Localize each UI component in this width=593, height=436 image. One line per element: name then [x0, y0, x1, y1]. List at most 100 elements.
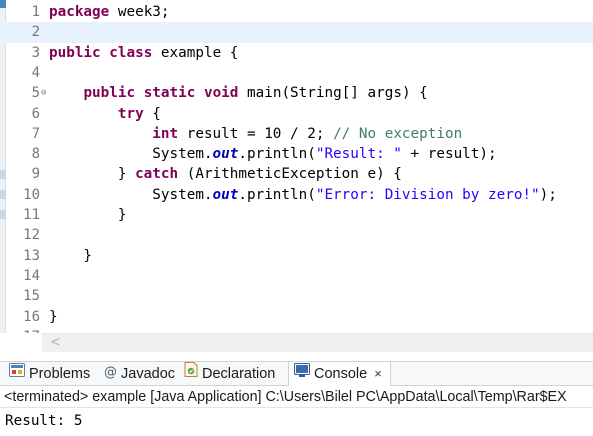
code-token: }	[49, 166, 136, 183]
string-token: "Result: "	[315, 146, 402, 163]
code-line[interactable]: 1 package week3;	[0, 2, 593, 22]
code-token: .println(	[238, 146, 316, 163]
code-line[interactable]: 5 ⊖ public static void main(String[] args…	[0, 83, 593, 103]
comment-token: // No exception	[333, 125, 463, 142]
keyword-token: package	[49, 4, 110, 20]
line-number: 9	[31, 166, 40, 183]
code-text: }	[49, 307, 58, 327]
keyword-token: static	[143, 85, 196, 102]
line-number: 2	[31, 24, 40, 41]
code-text: System.out.println("Error: Division by z…	[49, 185, 557, 205]
code-token: );	[539, 186, 557, 203]
line-number: 8	[31, 146, 40, 163]
tab-javadoc-label: Javadoc	[121, 366, 176, 382]
code-text: } catch (ArithmeticException e) {	[49, 164, 402, 184]
line-number: 1	[31, 4, 40, 20]
code-token: .println(	[238, 186, 316, 203]
tab-declaration-label: Declaration	[202, 366, 276, 382]
code-token: main(String[] args) {	[238, 85, 428, 102]
keyword-token: void	[203, 85, 239, 102]
code-token: week3;	[109, 4, 170, 20]
views-tab-bar: Problems @ Javadoc Declaration Console ×	[0, 361, 593, 386]
tab-problems-label: Problems	[29, 366, 91, 382]
keyword-token: class	[109, 44, 153, 61]
code-text: public class example {	[49, 43, 238, 63]
tab-declaration[interactable]: Declaration	[184, 362, 275, 386]
horizontal-scrollbar[interactable]: <	[42, 333, 593, 352]
code-token: result = 10 / 2;	[178, 125, 334, 142]
code-line[interactable]: 14	[0, 266, 593, 286]
code-text: }	[49, 205, 127, 225]
gutter-scroll-spacer	[6, 333, 42, 352]
tab-console[interactable]: Console ×	[288, 362, 391, 386]
code-line[interactable]: 4	[0, 63, 593, 83]
line-number: 14	[23, 267, 40, 284]
tab-problems[interactable]: Problems	[9, 362, 90, 386]
code-token: System.	[49, 186, 213, 203]
field-token: out	[212, 186, 239, 203]
code-line[interactable]: 8 System.out.println("Result: " + result…	[0, 144, 593, 164]
console-output[interactable]: Result: 5	[0, 409, 593, 436]
code-token: {	[143, 105, 161, 122]
line-number: 11	[23, 207, 40, 223]
javadoc-icon: @	[104, 365, 117, 381]
console-icon	[294, 361, 310, 385]
code-line[interactable]: 10 System.out.println("Error: Division b…	[0, 185, 593, 205]
code-line[interactable]: 2	[0, 22, 593, 43]
code-line[interactable]: 9 } catch (ArithmeticException e) {	[0, 164, 593, 184]
code-token: }	[49, 247, 93, 264]
line-number: 3	[31, 44, 40, 61]
code-token: }	[49, 308, 58, 325]
line-number: 5	[31, 85, 40, 102]
problems-icon	[9, 361, 25, 385]
keyword-token: public	[49, 44, 101, 61]
close-icon[interactable]: ×	[374, 366, 382, 381]
line-number: 10	[23, 186, 40, 203]
line-number: 15	[23, 288, 40, 305]
code-token: (ArithmeticException e) {	[178, 166, 402, 183]
tab-javadoc[interactable]: @ Javadoc	[104, 362, 175, 386]
keyword-token: catch	[135, 166, 179, 183]
scroll-left-arrow-icon[interactable]: <	[50, 335, 61, 350]
code-line[interactable]: 12	[0, 225, 593, 245]
code-text: public static void main(String[] args) {	[49, 83, 428, 103]
code-text: }	[49, 246, 92, 266]
line-number: 7	[31, 125, 40, 142]
code-token: }	[49, 207, 127, 223]
code-line[interactable]: 15	[0, 286, 593, 306]
code-text: package week3;	[49, 2, 170, 22]
code-editor[interactable]: 1 package week3; 2 3 public class example { 4…	[0, 0, 593, 333]
tab-console-label: Console	[314, 366, 368, 382]
field-token: out	[212, 146, 239, 163]
code-line[interactable]: 3 public class example {	[0, 43, 593, 63]
declaration-icon	[184, 361, 198, 385]
keyword-token: public	[83, 85, 136, 102]
keyword-token: try	[117, 105, 144, 122]
code-token: example {	[152, 44, 239, 61]
line-number: 13	[23, 247, 40, 264]
code-line[interactable]: 16}	[0, 307, 593, 327]
code-text: System.out.println("Result: " + result);	[49, 144, 497, 164]
code-text: try {	[49, 104, 161, 124]
line-number: 16	[23, 308, 40, 325]
line-number: 4	[31, 64, 40, 81]
code-text: int result = 10 / 2; // No exception	[49, 124, 462, 144]
code-line[interactable]: 7 int result = 10 / 2; // No exception	[0, 124, 593, 144]
code-line[interactable]: 13 }	[0, 246, 593, 266]
string-token: "Error: Division by zero!"	[315, 186, 540, 203]
code-token: System.	[49, 146, 213, 163]
line-number: 12	[23, 227, 40, 244]
code-line[interactable]: 6 try {	[0, 104, 593, 124]
line-number: 6	[31, 105, 40, 122]
code-line[interactable]: 11 }	[0, 205, 593, 225]
console-process-description: <terminated> example [Java Application] …	[0, 386, 593, 408]
keyword-token: int	[152, 125, 179, 142]
code-token: + result);	[401, 146, 497, 163]
fold-toggle-icon[interactable]: ⊖	[41, 83, 49, 103]
